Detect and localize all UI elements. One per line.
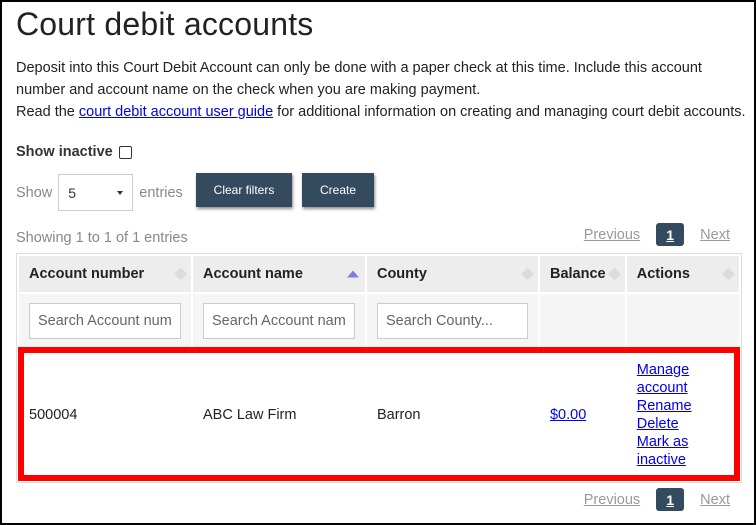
balance-cell: $0.00 — [539, 350, 625, 480]
intro-deposit-note: Deposit into this Court Debit Account ca… — [16, 60, 702, 98]
page-length-value: 5 — [68, 184, 77, 201]
show-inactive-toggle[interactable]: Show inactive — [16, 144, 132, 160]
rename-link[interactable]: Rename — [637, 397, 729, 415]
column-label: Account name — [202, 266, 303, 282]
show-label: Show — [16, 184, 53, 201]
filter-cell — [192, 294, 365, 348]
show-inactive-label: Show inactive — [16, 144, 113, 160]
chevron-down-icon — [117, 190, 124, 195]
previous-page-link[interactable]: Previous — [584, 492, 640, 508]
balance-link[interactable]: $0.00 — [550, 407, 586, 423]
pagination-bottom: Previous 1 Next — [584, 488, 730, 511]
intro-read-prefix: Read the — [16, 104, 79, 120]
intro-text: Deposit into this Court Debit Account ca… — [16, 57, 746, 123]
filter-cell-empty — [626, 294, 739, 348]
search-county-input[interactable] — [376, 303, 528, 339]
actions-cell: Manage account Rename Delete Mark as ina… — [626, 350, 739, 480]
manage-account-link[interactable]: Manage account — [637, 361, 729, 397]
next-page-link[interactable]: Next — [700, 227, 730, 243]
column-label: County — [376, 266, 427, 282]
column-header-balance[interactable]: Balance — [539, 256, 625, 292]
sort-icon — [174, 267, 187, 281]
filter-cell — [366, 294, 538, 348]
sort-ascending-icon — [346, 270, 359, 278]
column-header-county[interactable]: County — [366, 256, 538, 292]
sort-icon — [607, 267, 621, 281]
mark-inactive-link[interactable]: Mark as inactive — [637, 433, 729, 469]
column-label: Actions — [636, 266, 690, 282]
page-frame: Court debit accounts Deposit into this C… — [0, 0, 756, 525]
next-page-link[interactable]: Next — [700, 492, 730, 508]
account-number-cell: 500004 — [19, 350, 191, 480]
current-page-button[interactable]: 1 — [656, 223, 685, 246]
search-account-number-input[interactable] — [29, 303, 181, 339]
table-header-row: Account number Account name County Balan… — [19, 256, 739, 292]
filter-cell — [19, 294, 191, 348]
page-length-control: Show 5 entries — [16, 174, 183, 211]
entries-label: entries — [139, 184, 183, 201]
show-inactive-checkbox[interactable] — [118, 145, 132, 159]
intro-guide-note: Read the court debit account user guide … — [16, 101, 746, 123]
page-length-select[interactable]: 5 — [58, 174, 134, 211]
page-title: Court debit accounts — [16, 6, 314, 42]
delete-link[interactable]: Delete — [637, 415, 729, 433]
search-account-name-input[interactable] — [202, 303, 355, 339]
previous-page-link[interactable]: Previous — [584, 227, 640, 243]
filter-row — [19, 294, 739, 348]
table-row: 500004 ABC Law Firm Barron $0.00 Manage … — [19, 350, 739, 480]
create-button[interactable]: Create — [302, 173, 374, 207]
sort-icon — [521, 267, 534, 281]
accounts-table: Account number Account name County Balan… — [16, 253, 742, 483]
column-label: Account number — [29, 266, 145, 282]
user-guide-link[interactable]: court debit account user guide — [79, 104, 273, 120]
account-name-cell: ABC Law Firm — [192, 350, 365, 480]
table-info: Showing 1 to 1 of 1 entries — [16, 230, 188, 246]
intro-read-suffix: for additional information on creating a… — [273, 104, 746, 120]
clear-filters-button[interactable]: Clear filters — [196, 173, 292, 207]
column-header-account-name[interactable]: Account name — [192, 256, 365, 292]
pagination-top: Previous 1 Next — [584, 223, 730, 246]
current-page-button[interactable]: 1 — [656, 488, 685, 511]
column-header-actions[interactable]: Actions — [626, 256, 739, 292]
sort-icon — [722, 267, 735, 281]
column-label: Balance — [549, 266, 606, 282]
column-header-account-number[interactable]: Account number — [19, 256, 191, 292]
filter-cell-empty — [539, 294, 625, 348]
county-cell: Barron — [366, 350, 538, 480]
